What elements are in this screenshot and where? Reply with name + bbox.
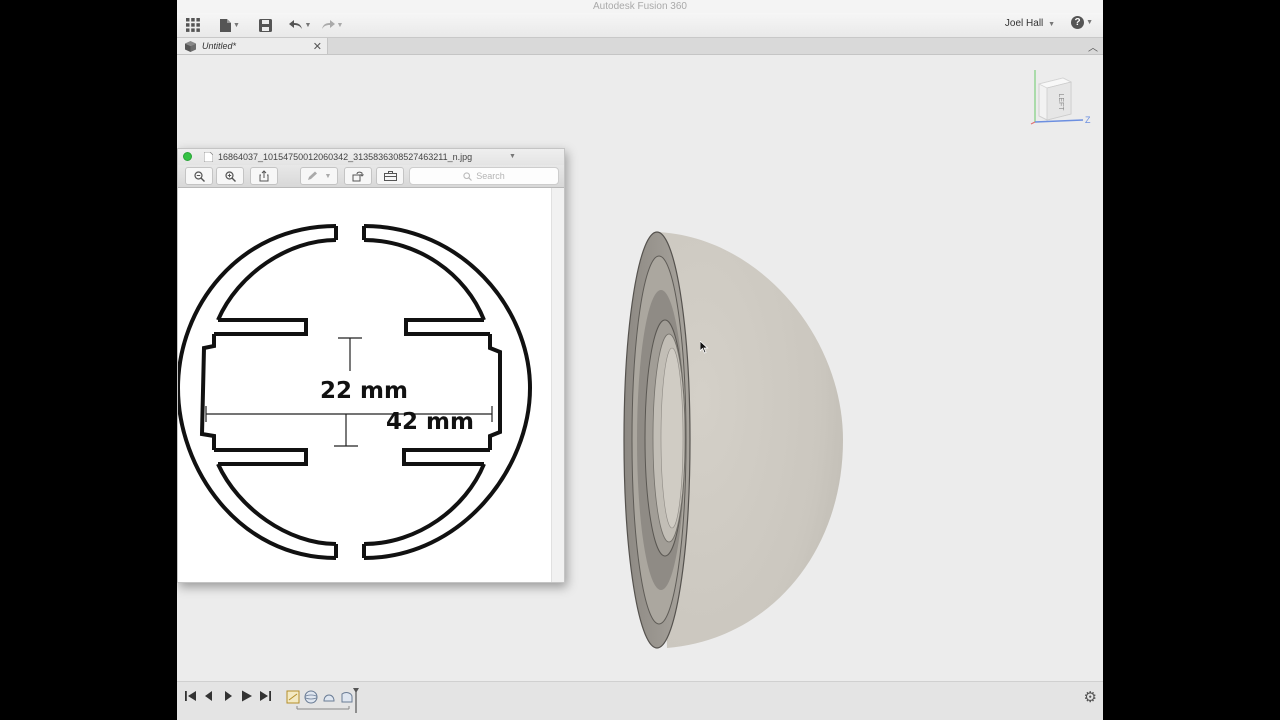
view-cube[interactable]: LEFT Z <box>1029 66 1093 128</box>
step-forward-icon[interactable] <box>223 690 233 702</box>
user-name: Joel Hall <box>1004 18 1044 29</box>
timeline-revolve-icon <box>304 690 318 704</box>
viewer-title-bar: 16864037_10154750012060342_3135836308527… <box>178 149 564 165</box>
play-icon[interactable] <box>241 690 253 702</box>
step-back-icon[interactable] <box>204 690 214 702</box>
user-menu[interactable]: Joel Hall ▼ <box>1005 18 1055 29</box>
zoom-out-icon <box>193 170 205 182</box>
chevron-down-icon: ▼ <box>1048 21 1055 28</box>
document-tab[interactable]: Untitled* ✕ <box>177 38 328 54</box>
markup-button[interactable]: ▼ <box>300 167 338 185</box>
save-icon <box>258 18 272 32</box>
viewer-scrollbar[interactable] <box>551 188 564 582</box>
dimension-42mm-label: 42 mm <box>386 409 474 435</box>
mouse-cursor-icon <box>700 341 709 354</box>
zoom-out-button[interactable] <box>185 167 213 185</box>
chevron-down-icon[interactable]: ▼ <box>509 149 516 165</box>
timeline-fillet-icon <box>341 692 353 703</box>
z-axis-label: Z <box>1085 115 1091 125</box>
zoom-in-icon <box>224 170 236 182</box>
share-icon <box>259 170 269 182</box>
search-placeholder: Search <box>476 171 505 181</box>
toolbox-icon <box>383 171 397 181</box>
go-to-start-icon[interactable] <box>185 690 196 702</box>
viewer-search-field[interactable]: Search <box>409 167 559 185</box>
undo-icon <box>288 20 302 29</box>
component-cube-icon <box>185 40 196 52</box>
pen-icon <box>307 171 317 180</box>
save-button[interactable] <box>257 15 273 35</box>
hemisphere-model[interactable] <box>617 225 857 660</box>
toolbox-button[interactable] <box>376 167 404 185</box>
viewer-toolbar: ▼ Search <box>178 165 564 188</box>
help-menu[interactable]: ? ▼ <box>1071 16 1093 29</box>
redo-icon <box>321 20 335 29</box>
image-viewer-window[interactable]: 16864037_10154750012060342_3135836308527… <box>177 148 565 583</box>
close-icon[interactable]: ✕ <box>313 40 322 53</box>
rotate-icon <box>352 171 364 181</box>
timeline-bar: ⚙ <box>177 681 1103 720</box>
image-file-icon <box>204 152 213 162</box>
zoom-in-button[interactable] <box>216 167 244 185</box>
share-button[interactable] <box>250 167 278 185</box>
timeline-shell-icon <box>323 694 335 702</box>
go-to-end-icon[interactable] <box>260 690 271 702</box>
toolbar: ▼ ▼ ▼ Joel Hall ▼ ? ▼ <box>177 13 1103 38</box>
cross-section-drawing: 22 mm 42 mm <box>178 224 533 560</box>
fusion-window: Autodesk Fusion 360 ▼ ▼ ▼ Joel Hall ▼ ? … <box>177 0 1103 720</box>
rotate-button[interactable] <box>344 167 372 185</box>
document-tab-bar: Untitled* ✕ ︿ <box>177 38 1103 55</box>
viewer-image-area: 22 mm 42 mm <box>178 188 552 582</box>
chevron-down-icon: ▼ <box>1086 19 1093 26</box>
help-icon: ? <box>1071 16 1085 29</box>
undo-button[interactable]: ▼ <box>287 15 313 35</box>
timeline-features[interactable] <box>285 687 361 715</box>
file-menu-button[interactable]: ▼ <box>217 15 243 35</box>
redo-button[interactable]: ▼ <box>319 15 345 35</box>
chevron-up-icon[interactable]: ︿ <box>1088 39 1098 54</box>
view-cube-face-label: LEFT <box>1057 93 1064 111</box>
viewer-filename: 16864037_10154750012060342_3135836308527… <box>218 152 473 162</box>
window-title: Autodesk Fusion 360 <box>177 0 1103 13</box>
document-tab-title: Untitled* <box>202 41 237 51</box>
file-icon <box>220 18 232 32</box>
window-zoom-button[interactable] <box>183 152 192 161</box>
search-icon <box>463 171 473 181</box>
gear-icon[interactable]: ⚙ <box>1084 688 1097 706</box>
data-panel-grid-icon[interactable] <box>185 15 201 35</box>
chevron-down-icon: ▼ <box>324 172 332 180</box>
dimension-22mm-label: 22 mm <box>320 378 408 404</box>
